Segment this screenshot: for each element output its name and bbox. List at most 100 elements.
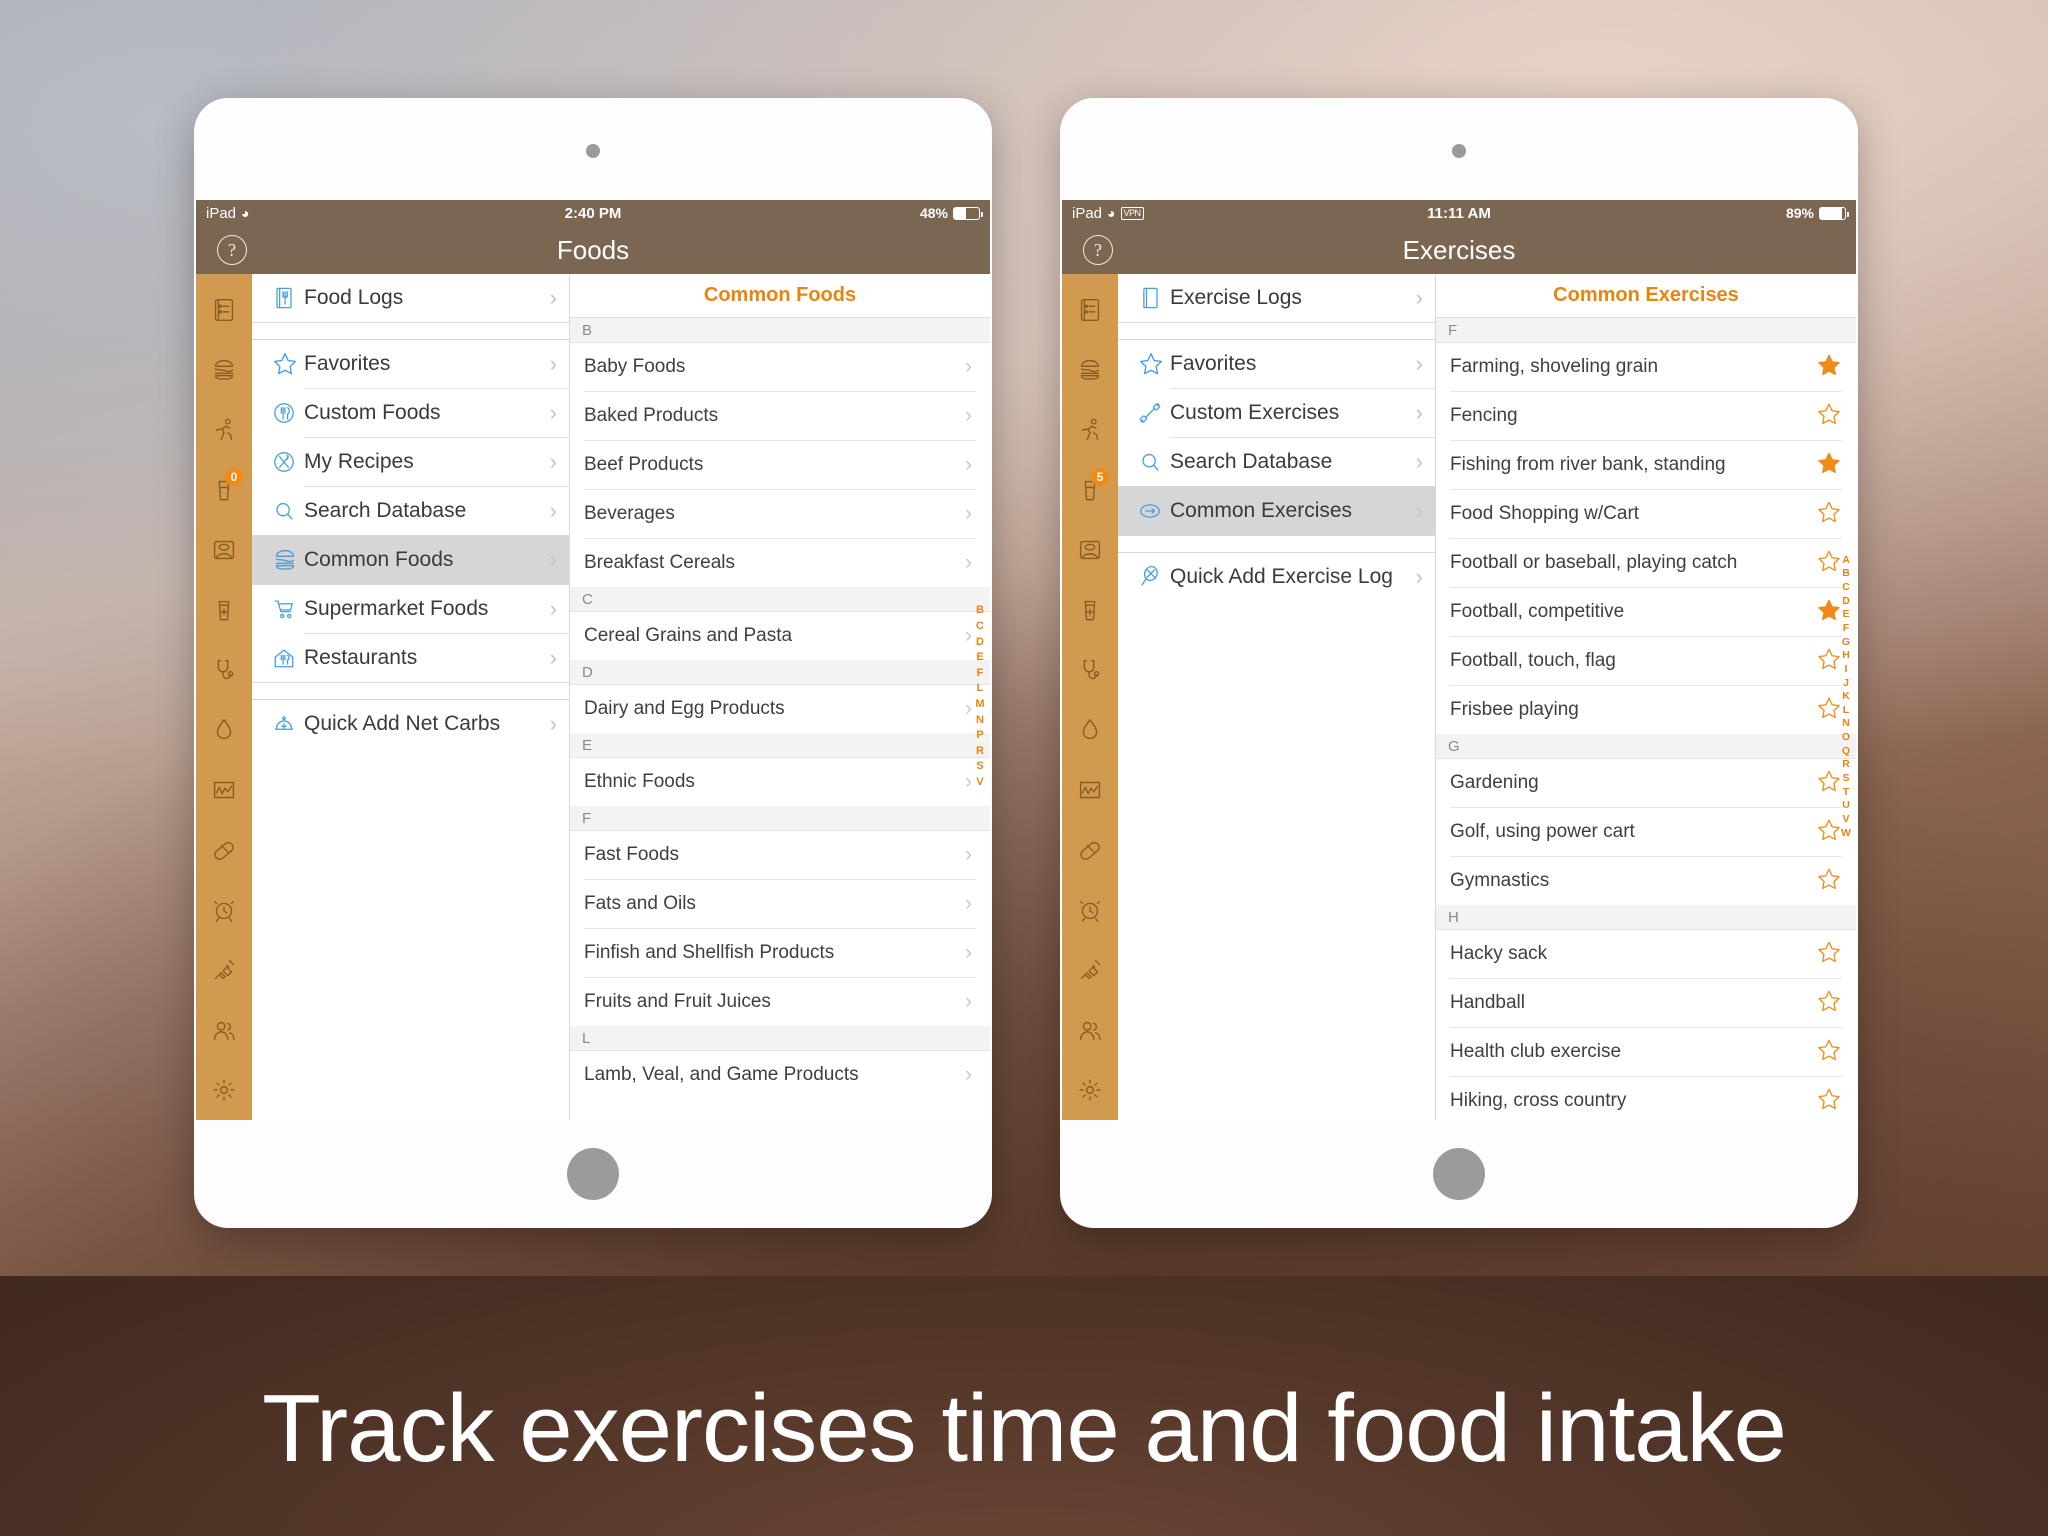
icon-rail-right[interactable]: 5 — [1062, 274, 1118, 1120]
list-item[interactable]: Handball — [1436, 979, 1856, 1027]
list-item[interactable]: Cereal Grains and Pasta › — [570, 612, 990, 660]
list-item[interactable]: Farming, shoveling grain — [1436, 343, 1856, 391]
menu-item-common-exercises[interactable]: Common Exercises › — [1118, 487, 1435, 535]
home-button[interactable] — [1433, 1148, 1485, 1200]
rail-item-glass[interactable]: 0 — [196, 460, 252, 520]
rail-item-gear[interactable] — [1062, 1060, 1118, 1120]
index-letter[interactable]: R — [1842, 758, 1850, 772]
rail-item-people[interactable] — [1062, 1000, 1118, 1060]
detail-list-left[interactable]: Common Foods B Baby Foods › Baked Products ›… — [570, 274, 990, 1120]
index-letter[interactable]: B — [976, 603, 984, 619]
menu-item-quick-add-net-carbs[interactable]: Quick Add Net Carbs › — [252, 700, 569, 748]
index-letter[interactable]: S — [1842, 772, 1849, 786]
rail-item-chart[interactable] — [196, 760, 252, 820]
index-letter[interactable]: E — [1842, 608, 1849, 622]
rail-item-running[interactable] — [196, 400, 252, 460]
list-item[interactable]: Football, competitive — [1436, 588, 1856, 636]
rail-item-chart[interactable] — [1062, 760, 1118, 820]
list-item[interactable]: Ethnic Foods › — [570, 758, 990, 806]
rail-item-gear[interactable] — [196, 1060, 252, 1120]
rail-item-stethoscope[interactable] — [1062, 640, 1118, 700]
menu-item-supermarket-foods[interactable]: Supermarket Foods › — [252, 585, 569, 633]
help-button[interactable]: ? — [217, 235, 247, 265]
index-letter[interactable]: B — [1842, 567, 1850, 581]
list-item[interactable]: Finfish and Shellfish Products › — [570, 929, 990, 977]
list-item[interactable]: Breakfast Cereals › — [570, 539, 990, 587]
menu-item-search-database[interactable]: Search Database › — [1118, 438, 1435, 486]
rail-item-people[interactable] — [196, 1000, 252, 1060]
index-letter[interactable]: L — [1843, 704, 1849, 718]
list-item[interactable]: Lamb, Veal, and Game Products › — [570, 1051, 990, 1099]
index-letter[interactable]: P — [976, 728, 983, 744]
list-item[interactable]: Golf, using power cart — [1436, 808, 1856, 856]
list-item[interactable]: Baby Foods › — [570, 343, 990, 391]
index-letter[interactable]: R — [976, 744, 984, 760]
rail-item-burger[interactable] — [196, 340, 252, 400]
menu-item-custom-exercises[interactable]: Custom Exercises › — [1118, 389, 1435, 437]
index-letter[interactable]: N — [1842, 717, 1850, 731]
menu-item-quick-add-exercise-log[interactable]: Quick Add Exercise Log › — [1118, 553, 1435, 601]
index-letter[interactable]: C — [976, 619, 984, 635]
index-letter[interactable]: E — [976, 650, 983, 666]
menu-item-custom-foods[interactable]: Custom Foods › — [252, 389, 569, 437]
menu-item-common-foods[interactable]: Common Foods › — [252, 536, 569, 584]
rail-item-droplet[interactable] — [1062, 700, 1118, 760]
index-letter[interactable]: K — [1842, 690, 1850, 704]
list-item[interactable]: Hacky sack — [1436, 930, 1856, 978]
list-item[interactable]: Dairy and Egg Products › — [570, 685, 990, 733]
rail-item-scale[interactable] — [196, 520, 252, 580]
list-item[interactable]: Baked Products › — [570, 392, 990, 440]
menu-item-favorites[interactable]: Favorites › — [252, 340, 569, 388]
alphabet-index[interactable]: BCDEFLMNPRSV — [972, 274, 988, 1120]
index-letter[interactable]: T — [1843, 786, 1849, 800]
rail-item-logs[interactable] — [1062, 280, 1118, 340]
alphabet-index[interactable]: ABCDEFGHIJKLNOQRSTUVW — [1838, 274, 1854, 1120]
help-button[interactable]: ? — [1083, 235, 1113, 265]
rail-item-syringe[interactable] — [1062, 940, 1118, 1000]
menu-item-exercise-logs[interactable]: Exercise Logs › — [1118, 274, 1435, 322]
rail-item-pill[interactable] — [196, 820, 252, 880]
index-letter[interactable]: M — [975, 697, 984, 713]
list-item[interactable]: Health club exercise — [1436, 1028, 1856, 1076]
detail-list-right[interactable]: Common Exercises F Farming, shoveling gra… — [1436, 274, 1856, 1120]
list-item[interactable]: Fruits and Fruit Juices › — [570, 978, 990, 1026]
rail-item-running[interactable] — [1062, 400, 1118, 460]
rail-item-logs[interactable] — [196, 280, 252, 340]
index-letter[interactable]: W — [1841, 827, 1851, 841]
index-letter[interactable]: S — [976, 759, 983, 775]
list-item[interactable]: Football or baseball, playing catch — [1436, 539, 1856, 587]
menu-item-my-recipes[interactable]: My Recipes › — [252, 438, 569, 486]
rail-item-scale[interactable] — [1062, 520, 1118, 580]
list-item[interactable]: Frisbee playing — [1436, 686, 1856, 734]
menu-item-food-logs[interactable]: Food Logs › — [252, 274, 569, 322]
index-letter[interactable]: Q — [1842, 745, 1850, 759]
menu-item-restaurants[interactable]: Restaurants › — [252, 634, 569, 682]
index-letter[interactable]: D — [1842, 595, 1850, 609]
list-item[interactable]: Fast Foods › — [570, 831, 990, 879]
index-letter[interactable]: N — [976, 713, 984, 729]
list-item[interactable]: Hiking, cross country — [1436, 1077, 1856, 1120]
home-button[interactable] — [567, 1148, 619, 1200]
index-letter[interactable]: C — [1842, 581, 1850, 595]
index-letter[interactable]: D — [976, 635, 984, 651]
rail-item-burger[interactable] — [1062, 340, 1118, 400]
list-item[interactable]: Fats and Oils › — [570, 880, 990, 928]
rail-item-glass[interactable]: 5 — [1062, 460, 1118, 520]
index-letter[interactable]: I — [1845, 663, 1848, 677]
index-letter[interactable]: U — [1842, 799, 1850, 813]
list-item[interactable]: Gardening — [1436, 759, 1856, 807]
index-letter[interactable]: V — [1842, 813, 1849, 827]
list-item[interactable]: Beef Products › — [570, 441, 990, 489]
index-letter[interactable]: J — [1843, 677, 1849, 691]
rail-item-syringe[interactable] — [196, 940, 252, 1000]
rail-item-pill[interactable] — [1062, 820, 1118, 880]
menu-item-favorites[interactable]: Favorites › — [1118, 340, 1435, 388]
menu-item-search-database[interactable]: Search Database › — [252, 487, 569, 535]
rail-item-glass-plus[interactable] — [196, 580, 252, 640]
master-menu-left[interactable]: Food Logs › Favorites › Custom Foods › My Reci… — [252, 274, 570, 1120]
rail-item-stethoscope[interactable] — [196, 640, 252, 700]
rail-item-alarm[interactable] — [1062, 880, 1118, 940]
index-letter[interactable]: F — [977, 666, 984, 682]
index-letter[interactable]: H — [1842, 649, 1850, 663]
index-letter[interactable]: G — [1842, 636, 1850, 650]
